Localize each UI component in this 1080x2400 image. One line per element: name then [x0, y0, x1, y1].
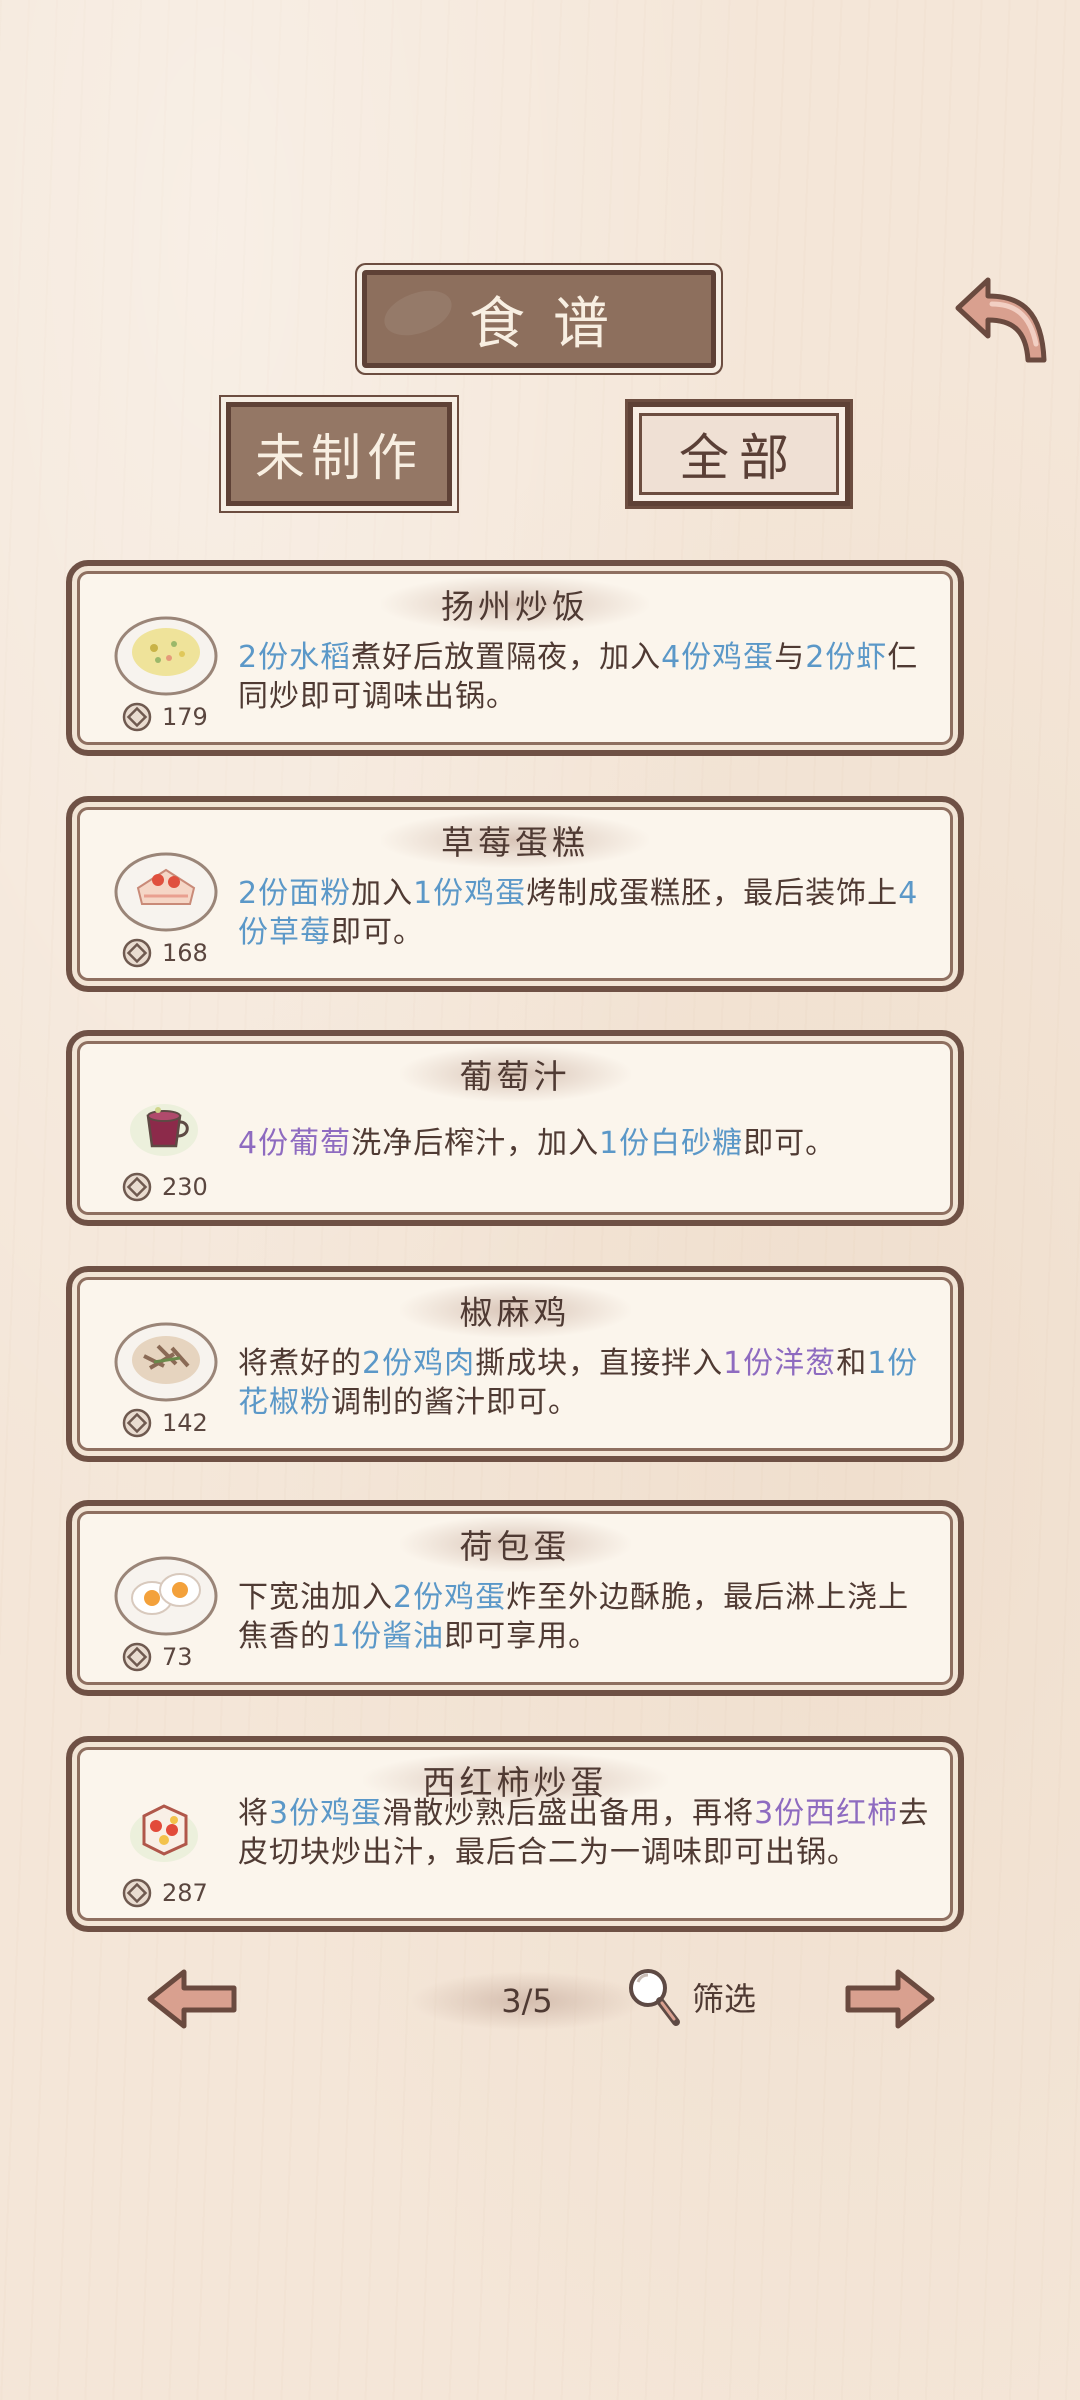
recipe-description: 将3份鸡蛋滑散炒熟后盛出备用，再将3份西红柿去皮切块炒出汁，最后合二为一调味即可… [238, 1794, 938, 1872]
price-value: 73 [162, 1643, 193, 1671]
coin-icon [122, 702, 152, 732]
coin-icon [122, 1642, 152, 1672]
ingredient-text: 2份鸡蛋 [393, 1580, 507, 1615]
ingredient-text: 2份面粉 [238, 876, 352, 911]
recipe-description: 2份面粉加入1份鸡蛋烤制成蛋糕胚，最后装饰上4份草莓即可。 [238, 874, 938, 952]
page-indicator: 3/5 [412, 1972, 642, 2030]
price-value: 287 [162, 1879, 208, 1907]
description-text: 调制的酱汁即可。 [331, 1385, 579, 1420]
ingredient-text: 2份鸡肉 [362, 1346, 476, 1381]
description-text: 与 [774, 640, 806, 675]
description-text: 将煮好的 [238, 1346, 362, 1381]
prev-page-button[interactable] [144, 1966, 240, 2032]
description-text: 和 [836, 1346, 868, 1381]
recipe-description: 2份水稻煮好后放置隔夜，加入4份鸡蛋与2份虾仁同炒即可调味出锅。 [238, 638, 938, 716]
recipe-name: 扬州炒饭 [381, 576, 649, 632]
magnifier-icon [629, 1969, 680, 2026]
price: 230 [122, 1172, 208, 1202]
recipe-card[interactable]: 葡萄汁 230 4份葡萄洗净后榨汁，加入1份白砂糖即可。 [66, 1030, 964, 1226]
recipe-name: 草莓蛋糕 [381, 812, 649, 868]
page-title: 食谱 [469, 291, 637, 357]
recipe-name: 葡萄汁 [399, 1046, 631, 1102]
recipe-card[interactable]: 草莓蛋糕 168 2份面粉加入1份鸡蛋烤制成蛋糕胚，最后装饰上4份草莓即可。 [66, 796, 964, 992]
tab-all-label: 全部 [679, 429, 799, 487]
ingredient-text: 1份鸡蛋 [413, 876, 527, 911]
recipe-name: 椒麻鸡 [399, 1282, 631, 1338]
fried-rice-icon [114, 616, 218, 696]
price-value: 168 [162, 939, 208, 967]
description-text: 即可。 [331, 915, 424, 950]
filter-button[interactable]: 筛选 [624, 1964, 756, 2030]
ingredient-text: 3份西红柿 [754, 1796, 899, 1831]
ingredient-text: 2份虾 [805, 640, 888, 675]
ingredient-text: 1份洋葱 [723, 1346, 837, 1381]
ingredient-text: 2份水稻 [238, 640, 352, 675]
description-text: 将 [238, 1796, 269, 1831]
price: 142 [122, 1408, 208, 1438]
description-text: 即可享用。 [444, 1619, 600, 1654]
recipe-card[interactable]: 荷包蛋 73 下宽油加入2份鸡蛋炸至外边酥脆，最后淋上浇上焦香的1份酱油即可享用… [66, 1500, 964, 1696]
page-number: 3/5 [501, 1982, 553, 2020]
coin-icon [122, 1408, 152, 1438]
recipe-card[interactable]: 扬州炒饭 179 2份水稻煮好后放置隔夜，加入4份鸡蛋与2份虾仁同炒即可调味出锅… [66, 560, 964, 756]
tomato-egg-icon [130, 1804, 198, 1862]
description-text: 撕成块，直接拌入 [475, 1346, 724, 1381]
left-arrow-icon [147, 1969, 237, 2029]
description-text: 烤制成蛋糕胚，最后装饰上 [526, 876, 899, 911]
fried-egg-icon [114, 1556, 218, 1636]
ingredient-text: 1份白砂糖 [599, 1126, 744, 1161]
recipe-description: 将煮好的2份鸡肉撕成块，直接拌入1份洋葱和1份花椒粉调制的酱汁即可。 [238, 1344, 938, 1422]
description-text: 煮好后放置隔夜，加入 [351, 640, 662, 675]
recipe-description: 下宽油加入2份鸡蛋炸至外边酥脆，最后淋上浇上焦香的1份酱油即可享用。 [238, 1578, 938, 1656]
description-text: 下宽油加入 [238, 1580, 393, 1615]
price-value: 230 [162, 1173, 208, 1201]
filter-label: 筛选 [692, 1980, 757, 2018]
tab-all[interactable]: 全部 [628, 402, 850, 506]
description-text: 加入 [351, 876, 414, 911]
price: 168 [122, 938, 208, 968]
right-arrow-icon [845, 1969, 935, 2029]
back-arrow-icon [955, 277, 1047, 363]
price: 179 [122, 702, 208, 732]
pepper-chicken-icon [114, 1322, 218, 1402]
description-text: 即可。 [743, 1126, 837, 1161]
description-text: 洗净后榨汁，加入 [351, 1126, 600, 1161]
ingredient-text: 1份酱油 [331, 1619, 445, 1654]
coin-icon [122, 938, 152, 968]
recipe-name: 荷包蛋 [399, 1516, 631, 1572]
tab-unmade-label: 未制作 [255, 429, 423, 487]
price: 287 [122, 1878, 208, 1908]
back-button[interactable] [944, 268, 1054, 372]
ingredient-text: 3份鸡蛋 [269, 1796, 383, 1831]
strawberry-cake-icon [114, 852, 218, 932]
price-value: 179 [162, 703, 208, 731]
recipe-description: 4份葡萄洗净后榨汁，加入1份白砂糖即可。 [238, 1124, 938, 1163]
tab-unmade[interactable]: 未制作 [226, 402, 452, 506]
ingredient-text: 4份葡萄 [238, 1126, 352, 1161]
next-page-button[interactable] [842, 1966, 938, 2032]
grape-juice-icon [130, 1104, 198, 1156]
recipe-title-plate: 食谱 [362, 270, 716, 368]
recipe-card[interactable]: 西红柿炒蛋 287 将3份鸡蛋滑散炒熟后盛出备用，再将3份西红柿去皮切块炒出汁，… [66, 1736, 964, 1932]
coin-icon [122, 1878, 152, 1908]
recipe-card[interactable]: 椒麻鸡 142 将煮好的2份鸡肉撕成块，直接拌入1份洋葱和1份花椒粉调制的酱汁即… [66, 1266, 964, 1462]
ingredient-text: 4份鸡蛋 [661, 640, 775, 675]
description-text: 滑散炒熟后盛出备用，再将 [382, 1796, 755, 1831]
price: 73 [122, 1642, 193, 1672]
coin-icon [122, 1172, 152, 1202]
price-value: 142 [162, 1409, 208, 1437]
